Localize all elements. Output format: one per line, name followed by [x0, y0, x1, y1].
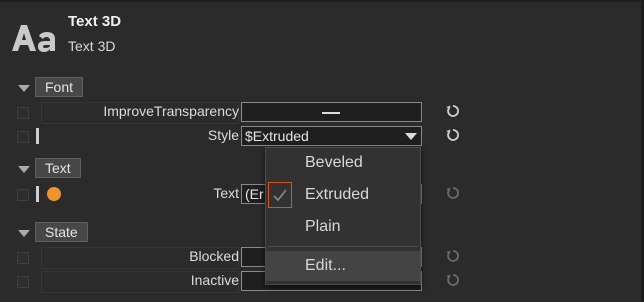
section-font-label: Font: [35, 77, 84, 97]
selected-indicator: [268, 182, 292, 208]
menu-separator: [268, 246, 418, 247]
dropdown-arrow-icon[interactable]: [405, 133, 417, 140]
text-field-value: (Er: [245, 186, 264, 202]
section-state-label: State: [35, 222, 88, 242]
property-checkbox[interactable]: [17, 189, 29, 201]
improve-transparency-field[interactable]: [241, 102, 422, 122]
property-set-indicator: [36, 128, 39, 144]
section-text-label: Text: [35, 158, 81, 178]
reset-icon[interactable]: [446, 103, 460, 119]
reset-icon[interactable]: [446, 248, 460, 264]
reset-icon[interactable]: [446, 185, 460, 201]
property-set-indicator: [36, 186, 39, 202]
property-row-style: Style $Extruded: [0, 125, 644, 147]
property-label: Text: [213, 185, 239, 201]
menu-item-plain[interactable]: Plain: [266, 212, 420, 242]
property-label: Inactive: [190, 272, 239, 288]
reset-icon[interactable]: [446, 127, 460, 143]
text-3d-icon: [12, 25, 55, 52]
window-top-border: [0, 0, 644, 2]
check-icon: [273, 189, 287, 202]
menu-item-beveled[interactable]: Beveled: [266, 148, 420, 178]
property-label: Style: [207, 127, 239, 143]
property-row-improve-transparency: ImproveTransparency: [0, 101, 644, 124]
style-dropdown-menu: Beveled Extruded Plain Edit...: [265, 147, 421, 285]
property-checkbox[interactable]: [17, 131, 29, 143]
property-checkbox[interactable]: [17, 276, 29, 288]
reset-icon[interactable]: [446, 272, 460, 288]
component-subtitle: Text 3D: [68, 38, 116, 54]
property-checkbox[interactable]: [17, 252, 29, 264]
component-title: Text 3D: [68, 13, 122, 30]
menu-item-extruded[interactable]: Extruded: [266, 180, 420, 210]
binding-indicator-icon[interactable]: [47, 187, 61, 201]
property-label: Blocked: [189, 248, 239, 264]
collapse-triangle-icon[interactable]: [18, 85, 30, 92]
style-dropdown-value: $Extruded: [245, 128, 309, 144]
collapse-triangle-icon[interactable]: [18, 166, 30, 173]
property-label: ImproveTransparency: [103, 103, 239, 119]
collapse-triangle-icon[interactable]: [18, 230, 30, 237]
mixed-value-dash: [322, 112, 340, 114]
property-checkbox[interactable]: [17, 107, 29, 119]
style-dropdown[interactable]: $Extruded: [241, 126, 422, 146]
menu-item-edit[interactable]: Edit...: [266, 251, 420, 281]
